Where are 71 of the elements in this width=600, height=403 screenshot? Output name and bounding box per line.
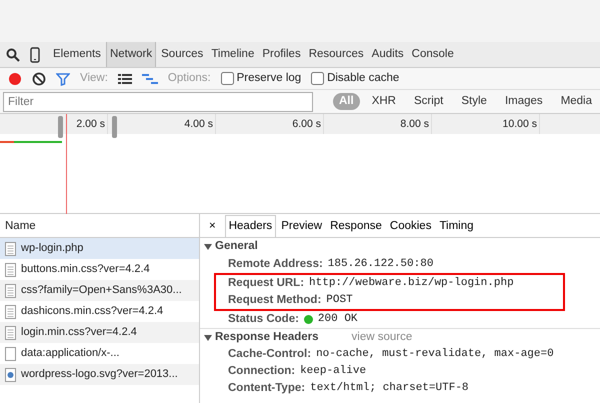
type-filter-button[interactable]: Images [498,92,549,110]
view-source-link[interactable]: view source [352,328,412,346]
range-handle[interactable] [58,116,63,138]
checkbox-option[interactable]: Disable cache [311,70,400,88]
range-handle[interactable] [112,116,117,138]
header-value: 185.26.122.50:80 [328,257,434,272]
filter-icon[interactable] [56,72,70,86]
blank-file-icon [5,346,16,360]
section-title[interactable]: Response Headers [215,328,319,346]
options-label: Options: [168,70,211,86]
detail-tab[interactable]: Headers [224,214,276,237]
close-button[interactable]: × [206,216,219,237]
record-icon[interactable] [8,72,22,86]
panel-tab[interactable]: Timeline [208,42,258,67]
clear-icon[interactable] [32,72,46,86]
checkbox[interactable] [220,72,234,85]
type-filter-button[interactable]: Style [455,92,493,110]
expanded-triangle-icon[interactable] [204,243,212,251]
type-filter-button[interactable]: Script [408,92,450,110]
time-tick-label: 10.00 s [432,114,540,134]
detail-tab[interactable]: Preview [278,216,326,237]
panel-tab[interactable]: Network [106,42,156,67]
header-value: text/html; charset=UTF-8 [310,381,469,396]
header-name: Status Code: [228,312,299,327]
detail-tab[interactable]: Timing [436,216,477,237]
request-row[interactable]: buttons.min.css?ver=4.2.4 [0,259,199,280]
detail-tab[interactable]: Response [327,216,385,237]
header-value: no-cache, must-revalidate, max-age=0 [316,347,554,362]
detail-tab[interactable]: Cookies [386,216,434,237]
panel-tab[interactable]: Audits [368,42,407,67]
document-icon [5,304,16,318]
request-row[interactable]: css?family=Open+Sans%3A30... [0,280,199,301]
panel-tab[interactable]: Profiles [259,42,304,67]
header-value: keep-alive [300,364,366,380]
document-icon [5,242,16,256]
filter-field[interactable]: Filter [3,92,313,112]
request-row[interactable]: dashicons.min.css?ver=4.2.4 [0,301,199,322]
time-tick-label: 6.00 s [216,114,324,134]
request-row[interactable]: data:application/x-... [0,343,199,364]
panel-tab[interactable]: Resources [306,42,367,67]
document-icon [5,284,16,298]
panel-tab[interactable]: Console [408,42,457,67]
checkbox-option[interactable]: Preserve log [220,70,302,88]
document-icon [5,262,16,276]
request-row[interactable]: wordpress-logo.svg?ver=2013... [0,364,199,385]
expanded-triangle-icon[interactable] [204,334,212,342]
header-value: POST [326,293,353,308]
view-label: View: [80,70,108,86]
document-icon [5,326,16,340]
panel-tab[interactable]: Sources [158,42,206,67]
header-name: Content-Type: [228,380,306,396]
header-name: Request Method: [228,292,322,308]
header-name: Request URL: [228,276,304,291]
image-file-icon [5,368,16,382]
type-filter-button[interactable]: Media [554,92,598,110]
header-name: Connection: [228,364,296,379]
checkbox[interactable] [311,72,324,85]
request-row[interactable]: login.min.css?ver=4.2.4 [0,322,199,343]
waterfall-view-icon[interactable] [142,72,158,84]
type-filter-button[interactable]: XHR [366,92,402,110]
time-tick-label: 8.00 s [324,114,432,134]
search-icon[interactable] [6,48,20,62]
panel-tab[interactable]: Elements [50,42,104,67]
header-name: Cache-Control: [228,346,312,362]
request-row[interactable]: wp-login.php [0,238,199,259]
section-title[interactable]: General [215,238,258,256]
list-view-icon[interactable] [118,72,132,84]
header-value: 200 OK [318,312,358,328]
header-name: Remote Address: [228,256,323,272]
mobile-device-icon[interactable] [30,46,40,62]
header-value: http://webware.biz/wp-login.php [309,276,514,292]
